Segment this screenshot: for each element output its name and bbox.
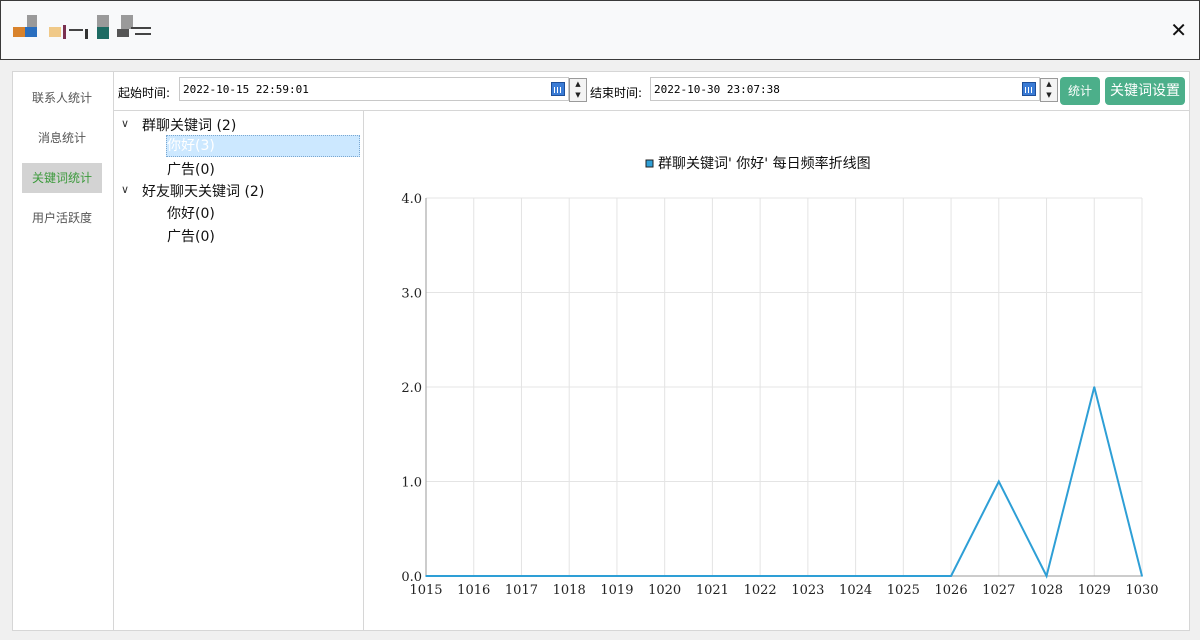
data-point <box>568 575 570 577</box>
stat-button[interactable]: 统计 <box>1060 77 1100 105</box>
data-point <box>1045 575 1048 577</box>
nav-item-contact-stats[interactable]: 联系人统计 <box>22 83 102 113</box>
calendar-icon[interactable] <box>551 82 565 96</box>
title-bar: ✕ <box>0 0 1200 60</box>
x-tick-label: 1018 <box>553 583 586 598</box>
x-tick-label: 1024 <box>839 583 872 598</box>
y-tick-label: 2.0 <box>401 381 422 396</box>
end-time-field[interactable]: 2022-10-30 23:07:38 <box>650 77 1040 101</box>
toolbar: 起始时间: 2022-10-15 22:59:01 ▲ ▼ 结束时间: 2022-… <box>114 72 1189 111</box>
line-chart: 群聊关键词' 你好' 每日频率折线图0.01.02.03.04.01015 101… <box>401 155 1158 598</box>
data-point <box>854 575 857 577</box>
chevron-down-icon[interactable]: ∨ <box>121 183 129 196</box>
end-time-label: 结束时间: <box>590 86 643 100</box>
data-point <box>998 480 1000 483</box>
tree-item[interactable]: 广告(0) <box>167 226 215 246</box>
nav-item-keyword-stats[interactable]: 关键词统计 <box>22 163 102 193</box>
start-time-label: 起始时间: <box>118 86 171 100</box>
tree-group-label[interactable]: 好友聊天关键词 (2) <box>142 181 264 201</box>
data-point <box>711 575 714 577</box>
x-tick-label: 1015 <box>409 583 442 598</box>
data-point <box>425 575 427 577</box>
x-tick-label: 1020 <box>648 583 681 598</box>
tree-item[interactable]: 你好(0) <box>167 203 215 223</box>
tree-group-label[interactable]: 群聊关键词 (2) <box>142 115 236 135</box>
x-tick-label: 1017 <box>505 583 538 598</box>
data-point <box>663 575 666 577</box>
end-time-spinner[interactable]: ▲ ▼ <box>1040 78 1058 102</box>
data-point <box>520 575 523 577</box>
legend-label: 群聊关键词' 你好' 每日频率折线图 <box>658 155 871 172</box>
data-point <box>950 575 952 577</box>
x-tick-label: 1022 <box>744 583 777 598</box>
main-frame: 联系人统计 消息统计 关键词统计 用户活跃度 起始时间: 2022-10-15 … <box>12 71 1190 631</box>
data-point <box>759 575 761 577</box>
app-logo <box>13 15 151 39</box>
data-point <box>1141 575 1143 577</box>
side-nav: 联系人统计 消息统计 关键词统计 用户活跃度 <box>13 72 114 630</box>
y-tick-label: 1.0 <box>401 476 422 491</box>
x-tick-label: 1021 <box>696 583 729 598</box>
tree-item[interactable]: 广告(0) <box>167 159 215 179</box>
nav-item-message-stats[interactable]: 消息统计 <box>22 123 102 153</box>
keyword-settings-button[interactable]: 关键词设置 <box>1105 77 1185 105</box>
chevron-down-icon[interactable]: ∨ <box>121 117 129 130</box>
data-point <box>807 575 809 577</box>
x-tick-label: 1028 <box>1030 583 1063 598</box>
end-time-value: 2022-10-30 23:07:38 <box>654 83 780 96</box>
x-tick-label: 1023 <box>791 583 824 598</box>
x-tick-label: 1029 <box>1078 583 1111 598</box>
nav-item-user-activity[interactable]: 用户活跃度 <box>22 203 102 233</box>
x-tick-label: 1025 <box>887 583 920 598</box>
data-point <box>902 575 905 577</box>
data-point <box>1093 386 1096 388</box>
x-tick-label: 1019 <box>600 583 633 598</box>
x-tick-label: 1016 <box>457 583 490 598</box>
y-tick-label: 4.0 <box>401 192 422 207</box>
data-point <box>472 575 475 577</box>
start-time-field[interactable]: 2022-10-15 22:59:01 <box>179 77 569 101</box>
start-time-value: 2022-10-15 22:59:01 <box>183 83 309 96</box>
x-tick-label: 1030 <box>1125 583 1158 598</box>
keyword-tree: ∨ 群聊关键词 (2) 你好(3) 广告(0) ∨ 好友聊天关键词 (2) 你好… <box>114 111 364 630</box>
calendar-icon[interactable] <box>1022 82 1036 96</box>
y-tick-label: 3.0 <box>401 287 422 302</box>
close-icon[interactable]: ✕ <box>1170 19 1187 41</box>
chart-pane: 群聊关键词' 你好' 每日频率折线图 0.0 1.0 2.0 3.0 4.0 1015 101… <box>364 111 1189 630</box>
x-tick-label: 1027 <box>982 583 1015 598</box>
start-time-spinner[interactable]: ▲ ▼ <box>569 78 587 102</box>
legend-swatch <box>645 159 654 168</box>
x-tick-label: 1026 <box>935 583 968 598</box>
data-point <box>616 575 618 577</box>
tree-item-selected[interactable]: 你好(3) <box>166 135 360 157</box>
